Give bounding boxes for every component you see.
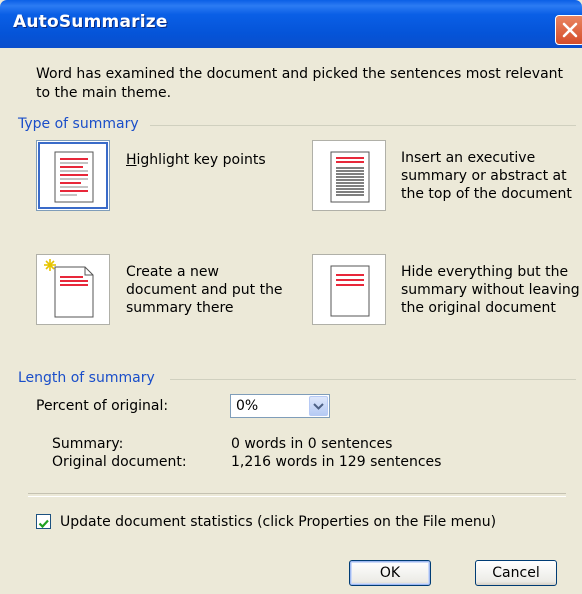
original-document-value: 1,216 words in 129 sentences: [231, 454, 442, 470]
type-group-divider: [150, 125, 576, 126]
cancel-button[interactable]: Cancel: [475, 560, 557, 586]
percent-of-original-label: Percent of original:: [36, 398, 169, 414]
create-new-document-label-2: document and put the: [126, 282, 283, 298]
update-statistics-checkbox[interactable]: [36, 514, 51, 529]
close-icon: [562, 22, 578, 38]
ok-button[interactable]: OK: [349, 560, 431, 586]
create-new-document-button[interactable]: [36, 254, 110, 325]
summary-value: 0 words in 0 sentences: [231, 436, 393, 452]
title-bar[interactable]: AutoSummarize: [0, 0, 582, 48]
checkmark-icon: [38, 519, 49, 529]
hide-everything-label-1: Hide everything but the: [401, 264, 569, 280]
sparkle-icon: [44, 259, 56, 271]
length-group-divider: [170, 379, 576, 380]
hide-everything-button[interactable]: [312, 254, 386, 325]
chevron-down-icon: [313, 403, 324, 410]
abstract-document-icon: [330, 151, 370, 203]
intro-text-line1: Word has examined the document and picke…: [36, 66, 564, 82]
create-new-document-label-1: Create a new: [126, 264, 219, 280]
new-document-icon: [44, 259, 94, 318]
hide-everything-label-2: summary without leaving: [401, 282, 580, 298]
percent-value: 0%: [236, 398, 259, 414]
hide-everything-label-3: the original document: [401, 300, 556, 316]
dropdown-arrow-button[interactable]: [309, 396, 328, 416]
original-document-label: Original document:: [52, 454, 187, 470]
autosummarize-dialog: AutoSummarize Word has examined the docu…: [0, 0, 582, 594]
summary-label: Summary:: [52, 436, 124, 452]
hidden-document-icon: [330, 265, 370, 317]
highlight-key-points-button[interactable]: [36, 140, 110, 211]
type-of-summary-label: Type of summary: [18, 116, 145, 132]
insert-executive-summary-label-1: Insert an executive: [401, 150, 536, 166]
create-new-document-label-3: summary there: [126, 300, 234, 316]
highlight-document-icon: [54, 151, 94, 203]
percent-of-original-select[interactable]: 0%: [230, 394, 330, 418]
length-of-summary-label: Length of summary: [18, 370, 161, 386]
insert-executive-summary-button[interactable]: [312, 140, 386, 211]
dialog-title: AutoSummarize: [13, 12, 168, 32]
insert-executive-summary-label-2: summary or abstract at: [401, 168, 567, 184]
insert-executive-summary-label-3: the top of the document: [401, 186, 572, 202]
intro-text-line2: to the main theme.: [36, 85, 172, 101]
highlight-key-points-label: Highlight key points: [126, 152, 266, 168]
separator: [28, 493, 566, 497]
close-button[interactable]: [555, 15, 582, 45]
update-statistics-label[interactable]: Update document statistics (click Proper…: [60, 514, 496, 531]
